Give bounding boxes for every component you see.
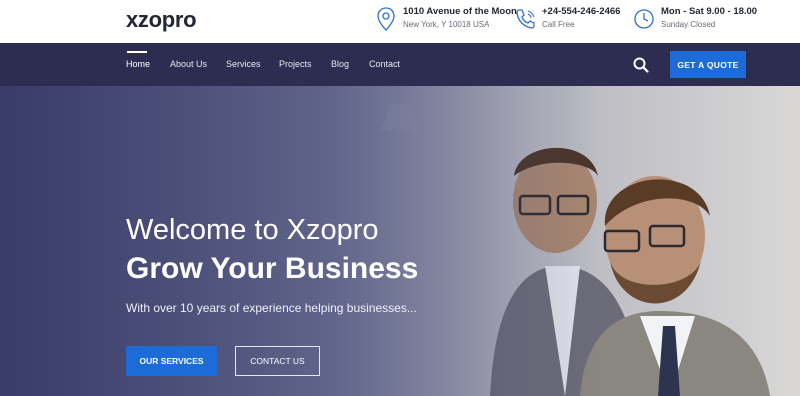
phone-caption: Call Free [542,20,575,29]
nav-item-services[interactable]: Services [226,59,261,69]
clock-icon [634,9,654,29]
hero-section: Welcome to Xzopro Grow Your Business Wit… [0,86,800,396]
our-services-button[interactable]: OUR SERVICES [126,346,217,376]
nav-item-blog[interactable]: Blog [331,59,349,69]
hero-overlay [0,86,800,396]
top-header: xzopro 1010 Avenue of the Moon New York,… [0,0,800,43]
hero-main-heading: Grow Your Business [126,252,419,285]
nav-item-projects[interactable]: Projects [279,59,312,69]
address-line1: 1010 Avenue of the Moon [403,6,517,17]
hero-welcome-heading: Welcome to Xzopro [126,214,379,246]
site-logo[interactable]: xzopro [126,7,197,33]
address-info: 1010 Avenue of the Moon New York, Y 1001… [375,5,517,32]
phone-info: +24-554-246-2466 Call Free [514,5,620,32]
main-nav: Home About Us Services Projects Blog Con… [0,43,800,86]
map-pin-icon [377,7,395,31]
hours-line1: Mon - Sat 9.00 - 18.00 [661,6,758,17]
nav-item-contact[interactable]: Contact [369,59,400,69]
search-icon[interactable] [633,57,649,73]
address-line2: New York, Y 10018 USA [403,20,490,29]
nav-item-about-us[interactable]: About Us [170,59,207,69]
phone-number[interactable]: +24-554-246-2466 [542,5,620,18]
contact-us-button[interactable]: CONTACT US [235,346,320,376]
hero-subtitle: With over 10 years of experience helping… [126,301,417,315]
hours-info: Mon - Sat 9.00 - 18.00 Sunday Closed [633,5,757,32]
nav-item-home[interactable]: Home [126,51,150,69]
get-a-quote-button[interactable]: GET A QUOTE [670,51,746,78]
hours-line2: Sunday Closed [661,20,716,29]
phone-icon [516,9,535,29]
